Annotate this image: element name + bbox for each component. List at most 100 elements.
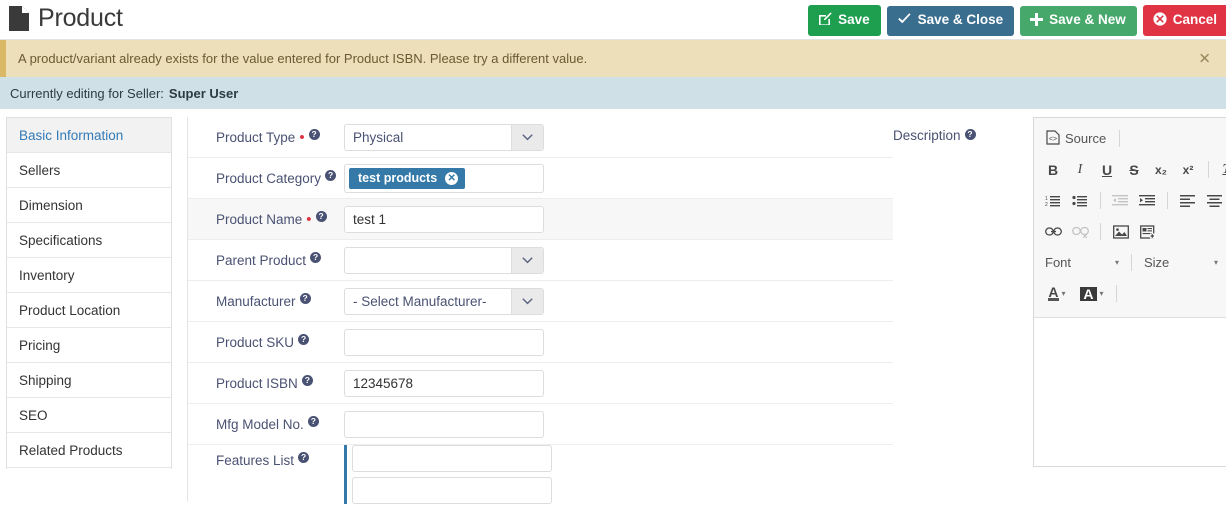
chevron-down-icon[interactable] — [511, 247, 543, 273]
font-size-label: Size — [1144, 255, 1170, 270]
sidebar-item-shipping[interactable]: Shipping — [7, 363, 171, 398]
outdent-icon — [1107, 188, 1133, 213]
help-icon[interactable]: ? — [299, 292, 311, 304]
label-text: Mfg Model No. — [216, 416, 304, 432]
source-button[interactable]: <> Source — [1040, 126, 1112, 151]
label-text: Features List — [216, 453, 295, 468]
seller-context-bar: Currently editing for Seller: Super User — [0, 77, 1226, 111]
mfg-model-no-label: Mfg Model No. ? — [188, 415, 340, 432]
required-marker: • — [299, 128, 305, 146]
features-list-input-2[interactable] — [352, 477, 552, 504]
sidebar-item-inventory[interactable]: Inventory — [7, 258, 171, 293]
help-icon[interactable]: ? — [315, 210, 327, 222]
strikethrough-icon[interactable]: S — [1121, 157, 1147, 182]
product-sku-control — [344, 328, 544, 356]
toolbar-separator — [1119, 130, 1121, 147]
sidebar-item-sellers[interactable]: Sellers — [7, 153, 171, 188]
field-row-product-isbn: Product ISBN ? — [188, 363, 893, 404]
label-text: Description — [893, 128, 961, 143]
background-color-button[interactable]: A ▾ — [1075, 281, 1109, 306]
page-header: Product Save Save & Close Save & New Can… — [0, 0, 1226, 40]
product-sku-label: Product SKU ? — [188, 333, 340, 350]
section-nav-sidebar: Basic Information Sellers Dimension Spec… — [6, 117, 172, 469]
sidebar-item-basic-information[interactable]: Basic Information — [7, 118, 171, 153]
sidebar-item-label: Specifications — [19, 232, 103, 248]
sidebar-item-label: Inventory — [19, 267, 75, 283]
help-icon[interactable]: ? — [298, 333, 310, 345]
sidebar-item-product-location[interactable]: Product Location — [7, 293, 171, 328]
help-icon[interactable]: ? — [310, 251, 322, 263]
label-text: Product Type — [216, 129, 296, 145]
save-and-new-button[interactable]: Save & New — [1020, 5, 1137, 36]
save-button-label: Save — [838, 12, 870, 28]
mfg-model-no-input[interactable] — [344, 410, 544, 438]
indent-icon[interactable] — [1134, 188, 1160, 213]
save-button[interactable]: Save — [808, 5, 881, 36]
close-icon[interactable]: ✕ — [1192, 50, 1217, 67]
italic-icon[interactable]: I — [1067, 157, 1093, 182]
source-code-icon: <> — [1046, 129, 1060, 148]
required-marker: • — [306, 210, 312, 228]
help-icon[interactable]: ? — [964, 129, 976, 140]
chevron-down-icon[interactable] — [511, 288, 543, 314]
sidebar-item-seo[interactable]: SEO — [7, 398, 171, 433]
basic-information-panel: Product Type • ? Physical Product Catego… — [187, 117, 1226, 504]
image-icon[interactable] — [1108, 219, 1134, 244]
sidebar-item-dimension[interactable]: Dimension — [7, 188, 171, 223]
features-list-label: Features List ? — [188, 445, 340, 468]
remove-format-icon[interactable]: Tₓ — [1216, 157, 1226, 182]
template-icon[interactable] — [1135, 219, 1161, 244]
product-type-control: Physical — [344, 123, 544, 151]
align-left-icon[interactable] — [1175, 188, 1201, 213]
field-row-manufacturer: Manufacturer ? - Select Manufacturer- — [188, 281, 893, 322]
product-name-control — [344, 205, 544, 233]
sidebar-item-pricing[interactable]: Pricing — [7, 328, 171, 363]
parent-product-select[interactable] — [344, 246, 544, 274]
sidebar-item-label: Shipping — [19, 372, 72, 388]
cancel-button[interactable]: Cancel — [1142, 5, 1226, 36]
product-form: Product Type • ? Physical Product Catego… — [188, 117, 893, 504]
sidebar-item-specifications[interactable]: Specifications — [7, 223, 171, 258]
help-icon[interactable]: ? — [325, 169, 337, 181]
product-isbn-input[interactable] — [344, 369, 544, 397]
help-icon[interactable]: ? — [308, 128, 320, 140]
product-sku-input[interactable] — [344, 328, 544, 356]
bold-icon[interactable]: B — [1040, 157, 1066, 182]
superscript-icon[interactable]: x² — [1175, 157, 1201, 182]
numbered-list-icon[interactable]: 1 2 — [1040, 188, 1066, 213]
text-color-button[interactable]: A ▾ — [1040, 281, 1074, 306]
chevron-down-icon[interactable] — [511, 124, 543, 150]
help-icon[interactable]: ? — [307, 415, 319, 427]
editor-toolbar-row-5: Font ▾ Size ▾ — [1040, 247, 1226, 278]
mfg-model-no-control — [344, 410, 544, 438]
sidebar-item-label: Related Products — [19, 442, 123, 458]
sidebar-item-label: Dimension — [19, 197, 83, 213]
product-name-label: Product Name • ? — [188, 210, 340, 228]
editor-toolbar-row-2: B I U S x₂ x² Tₓ — [1040, 154, 1226, 185]
align-center-icon[interactable] — [1202, 188, 1226, 213]
save-and-close-button[interactable]: Save & Close — [886, 5, 1015, 36]
help-icon[interactable]: ? — [301, 374, 313, 386]
product-name-input[interactable] — [344, 205, 544, 233]
product-category-tag-input[interactable]: test products ✕ — [344, 163, 544, 193]
help-icon[interactable]: ? — [298, 452, 310, 463]
sidebar-item-related-products[interactable]: Related Products — [7, 433, 171, 468]
label-text: Manufacturer — [216, 293, 296, 309]
font-size-dropdown[interactable]: Size ▾ — [1139, 250, 1223, 275]
subscript-icon[interactable]: x₂ — [1148, 157, 1174, 182]
link-icon[interactable] — [1040, 219, 1066, 244]
manufacturer-value: - Select Manufacturer- — [353, 293, 487, 309]
category-tag[interactable]: test products ✕ — [349, 167, 466, 189]
remove-tag-icon[interactable]: ✕ — [445, 171, 459, 185]
manufacturer-control: - Select Manufacturer- — [344, 287, 544, 315]
features-list-input-1[interactable] — [352, 445, 552, 472]
check-icon — [897, 12, 912, 28]
label-text: Product SKU — [216, 334, 295, 350]
bulleted-list-icon[interactable] — [1067, 188, 1093, 213]
description-editing-area[interactable] — [1034, 318, 1226, 466]
underline-icon[interactable]: U — [1094, 157, 1120, 182]
manufacturer-select[interactable]: - Select Manufacturer- — [344, 287, 544, 315]
toolbar-separator — [1116, 285, 1117, 302]
product-type-select[interactable]: Physical — [344, 123, 544, 151]
font-family-dropdown[interactable]: Font ▾ — [1040, 250, 1124, 275]
